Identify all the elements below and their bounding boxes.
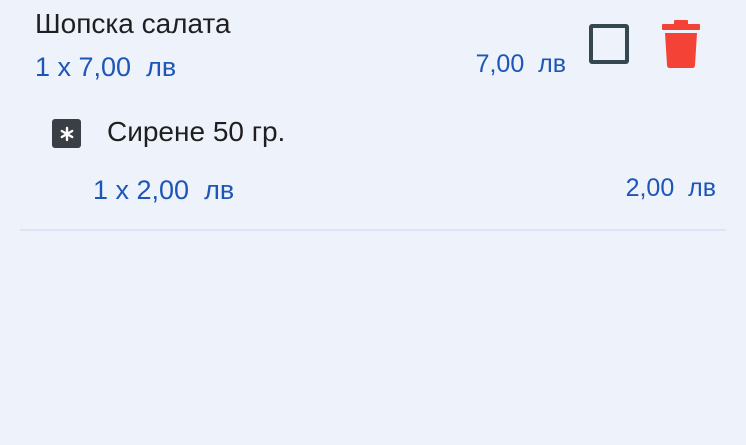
item-checkbox[interactable] <box>589 24 629 64</box>
order-item-panel: Шопска салата 1 x 7,00 лв 7,00 лв Сирене… <box>0 0 746 445</box>
delete-item-button[interactable] <box>662 20 700 68</box>
modifier-total: 2,00 лв <box>625 174 716 202</box>
item-quantity-price: 1 x 7,00 лв <box>35 52 177 82</box>
divider <box>20 229 726 231</box>
asterisk-icon <box>52 119 81 148</box>
item-name: Шопска салата <box>35 8 231 39</box>
modifier-name: Сирене 50 гр. <box>107 116 286 147</box>
item-total: 7,00 лв <box>475 50 566 78</box>
trash-icon <box>662 20 700 68</box>
modifier-quantity-price: 1 x 2,00 лв <box>93 175 235 205</box>
